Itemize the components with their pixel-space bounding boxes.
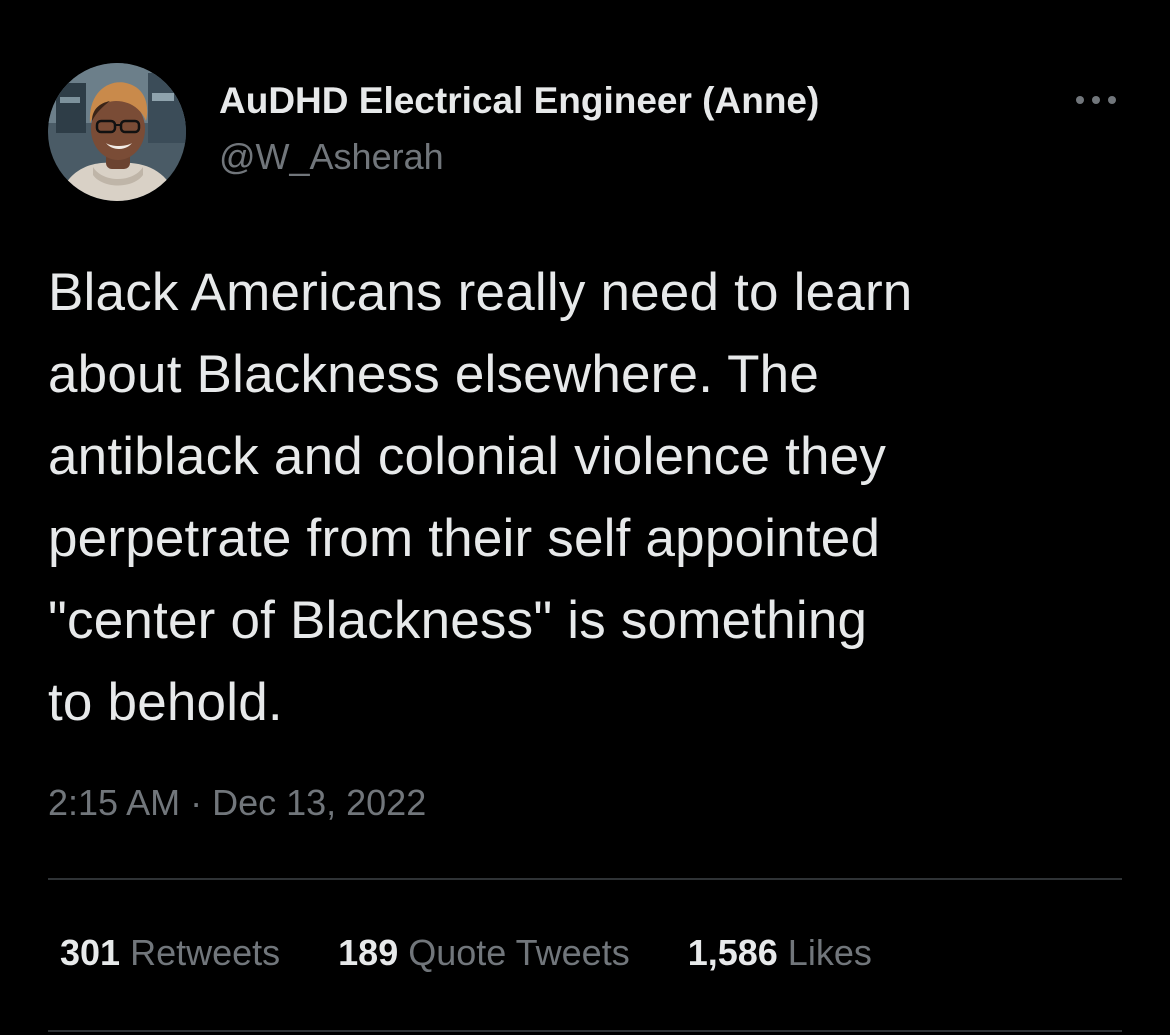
divider <box>48 1030 1122 1032</box>
quote-tweets-label: Quote Tweets <box>408 932 630 973</box>
author-handle[interactable]: @W_Asherah <box>219 136 444 178</box>
likes-stat[interactable]: 1,586 Likes <box>688 932 872 974</box>
quote-tweets-count: 189 <box>338 932 399 973</box>
more-options-button[interactable] <box>1070 82 1122 118</box>
tweet-stats: 301 Retweets 189 Quote Tweets 1,586 Likes <box>60 932 930 974</box>
author-display-name[interactable]: AuDHD Electrical Engineer (Anne) <box>219 80 819 122</box>
profile-photo-icon <box>48 63 186 201</box>
retweets-stat[interactable]: 301 Retweets <box>60 932 280 974</box>
tweet-detail: AuDHD Electrical Engineer (Anne) @W_Ashe… <box>0 0 1170 1035</box>
quote-tweets-stat[interactable]: 189 Quote Tweets <box>338 932 630 974</box>
more-horizontal-icon <box>1076 96 1116 104</box>
retweets-label: Retweets <box>130 932 281 973</box>
divider <box>48 878 1122 880</box>
tweet-text: Black Americans really need to learn abo… <box>48 263 913 732</box>
tweet-timestamp[interactable]: 2:15 AM · Dec 13, 2022 <box>48 782 426 824</box>
retweets-count: 301 <box>60 932 121 973</box>
likes-count: 1,586 <box>687 932 778 973</box>
likes-label: Likes <box>787 932 872 973</box>
avatar[interactable] <box>48 63 186 201</box>
